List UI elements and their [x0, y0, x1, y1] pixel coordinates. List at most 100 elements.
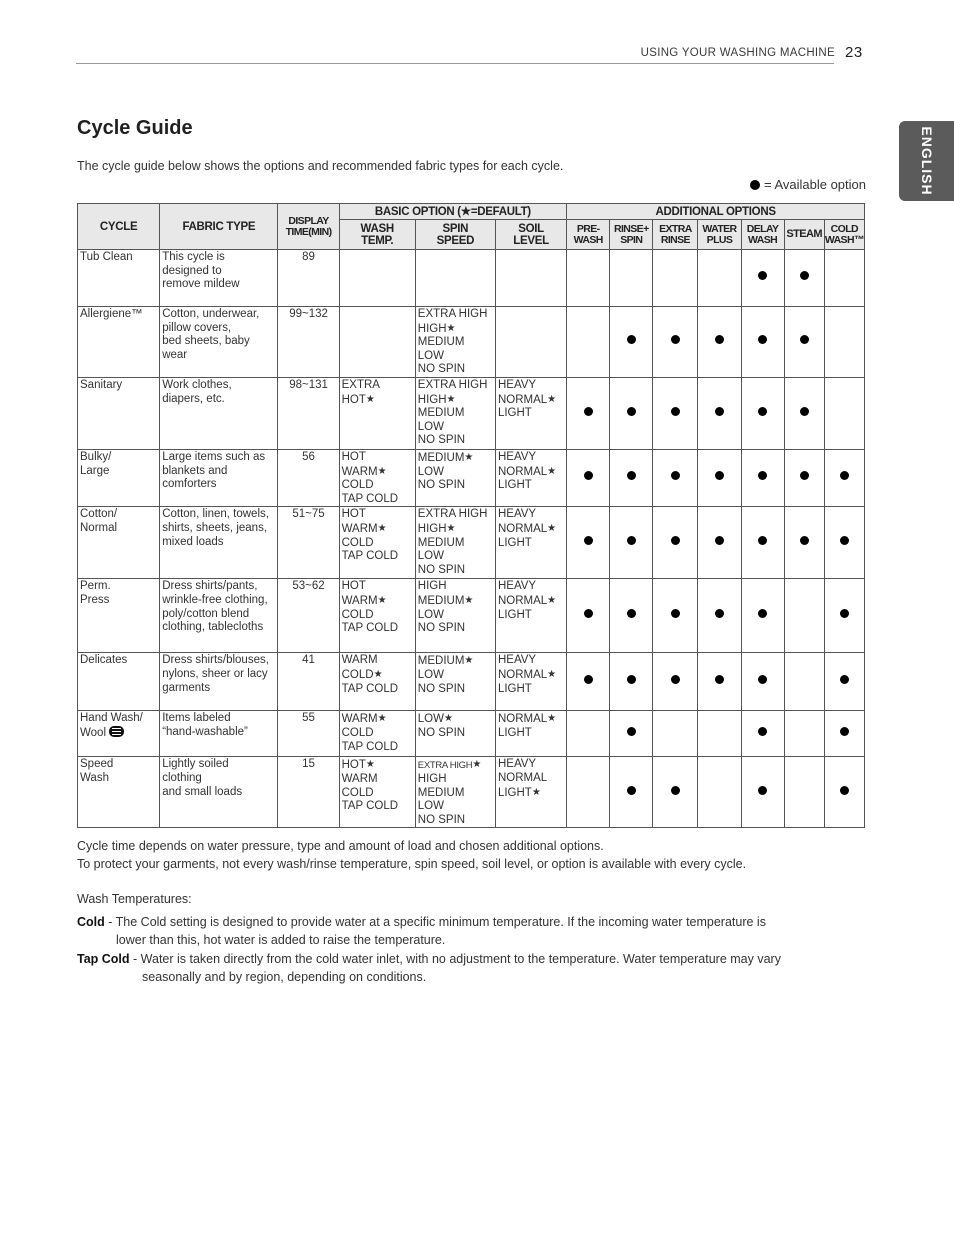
available-dot-icon [626, 675, 636, 685]
soil-level: HEAVY NORMAL★ LIGHT [494, 652, 568, 712]
available-dot-icon [670, 785, 680, 795]
wash-temp: WARM★ COLD TAP COLD [338, 710, 416, 758]
option-availability [783, 710, 825, 758]
page-title: Cycle Guide [77, 117, 193, 139]
option-availability [652, 506, 699, 580]
header-soil-level: SOIL LEVEL [494, 219, 568, 250]
default-star-icon: ★ [547, 713, 557, 725]
option-availability [697, 710, 742, 758]
option-availability [823, 652, 866, 712]
soil-level: HEAVY NORMAL★ LIGHT [494, 578, 568, 654]
language-tab-label: ENGLISH [918, 126, 935, 196]
fabric-type: Cotton, linen, towels, shirts, sheets, je… [159, 506, 279, 580]
running-head: USING YOUR WASHING MACHINE [640, 47, 835, 59]
wash-temp [338, 249, 416, 307]
option-availability [697, 448, 742, 508]
spin-speed: EXTRA HIGH HIGH★ MEDIUM LOW NO SPIN [414, 306, 496, 378]
definition-tap-cold: Tap Cold - Water is taken directly from … [77, 952, 781, 984]
option-availability [609, 306, 654, 378]
option-availability [697, 249, 742, 307]
available-dot-icon [670, 609, 680, 619]
display-time: 53~62 [277, 578, 340, 654]
note-protect-garments: To protect your garments, not every wash… [77, 857, 747, 871]
spin-speed: MEDIUM★ LOW NO SPIN [414, 652, 496, 712]
cycle-guide-table: CYCLE FABRIC TYPE DISPLAY TIME(MIN) BASIC… [76, 203, 866, 829]
option-availability [652, 652, 699, 712]
display-time: 99~132 [277, 306, 340, 378]
display-time: 41 [277, 652, 340, 712]
available-dot-icon [583, 675, 593, 685]
option-availability [609, 756, 654, 829]
soil-level: HEAVY NORMAL★ LIGHT [494, 506, 568, 580]
option-availability [609, 249, 654, 307]
option-availability [783, 578, 825, 654]
header-spin-speed: SPIN SPEED [414, 219, 496, 250]
header-option-prewash: PRE- WASH [566, 219, 611, 250]
default-star-icon: ★ [464, 594, 474, 606]
fabric-type: Lightly soiled clothing and small loads [159, 756, 279, 829]
option-availability [652, 448, 699, 508]
default-star-icon: ★ [365, 393, 375, 405]
header-wash-temp: WASH TEMP. [338, 219, 416, 250]
fabric-type: Dress shirts/blouses, nylons, sheer or la… [159, 652, 279, 712]
option-availability [566, 652, 611, 712]
available-dot-icon [626, 406, 636, 416]
header-cycle: CYCLE [76, 203, 161, 250]
option-availability [783, 448, 825, 508]
available-dot-icon [799, 335, 809, 345]
available-dot-icon [583, 536, 593, 546]
wash-temp: WARM COLD★ TAP COLD [338, 652, 416, 712]
default-star-icon: ★ [377, 713, 387, 725]
available-dot-icon [583, 609, 593, 619]
available-dot-icon [758, 536, 768, 546]
option-availability [740, 652, 785, 712]
available-dot-icon [799, 406, 809, 416]
option-availability [783, 506, 825, 580]
table-row: Speed Wash Lightly soiled clothing and small… [76, 756, 866, 829]
soil-level [494, 306, 568, 378]
table-row: Allergiene™ Cotton, underwear, pillow cove… [76, 306, 866, 378]
page-number: 23 [845, 44, 863, 61]
option-availability [609, 652, 654, 712]
option-availability [740, 448, 785, 508]
language-tab: ENGLISH [899, 121, 954, 201]
option-availability [740, 710, 785, 758]
soil-level [494, 249, 568, 307]
option-availability [697, 652, 742, 712]
option-availability [783, 652, 825, 712]
spin-speed: EXTRA HIGH HIGH★ MEDIUM LOW NO SPIN [414, 506, 496, 580]
default-star-icon: ★ [377, 594, 387, 606]
cycle-name: Hand Wash/Wool [76, 710, 161, 758]
option-availability [566, 249, 611, 307]
default-star-icon: ★ [377, 465, 387, 477]
available-dot-icon [758, 471, 768, 481]
wool-icon [109, 725, 125, 737]
available-dot-icon [758, 335, 768, 345]
definition-term: Cold [77, 915, 105, 929]
default-star-icon: ★ [377, 522, 387, 534]
available-dot-icon [626, 471, 636, 481]
wash-temp: HOT★ WARM COLD TAP COLD [338, 756, 416, 829]
header-option-steam: STEAM [783, 219, 825, 250]
available-dot-icon [714, 536, 724, 546]
option-availability [566, 578, 611, 654]
available-dot-icon [626, 335, 636, 345]
default-star-icon: ★ [446, 522, 456, 534]
display-time: 98~131 [277, 376, 340, 450]
option-availability [609, 376, 654, 450]
option-availability [740, 249, 785, 307]
cycle-name: Sanitary [76, 376, 161, 450]
soil-level: NORMAL★ LIGHT [494, 710, 568, 758]
available-dot-icon [714, 406, 724, 416]
option-availability [740, 306, 785, 378]
option-availability [697, 376, 742, 450]
default-star-icon: ★ [531, 786, 541, 798]
legend-text: = Available option [763, 177, 866, 192]
option-availability [823, 756, 866, 829]
available-dot-icon [839, 609, 849, 619]
option-availability [652, 578, 699, 654]
display-time: 89 [277, 249, 340, 307]
option-availability [566, 448, 611, 508]
wash-temp: EXTRA HOT★ [338, 376, 416, 450]
option-availability [566, 710, 611, 758]
